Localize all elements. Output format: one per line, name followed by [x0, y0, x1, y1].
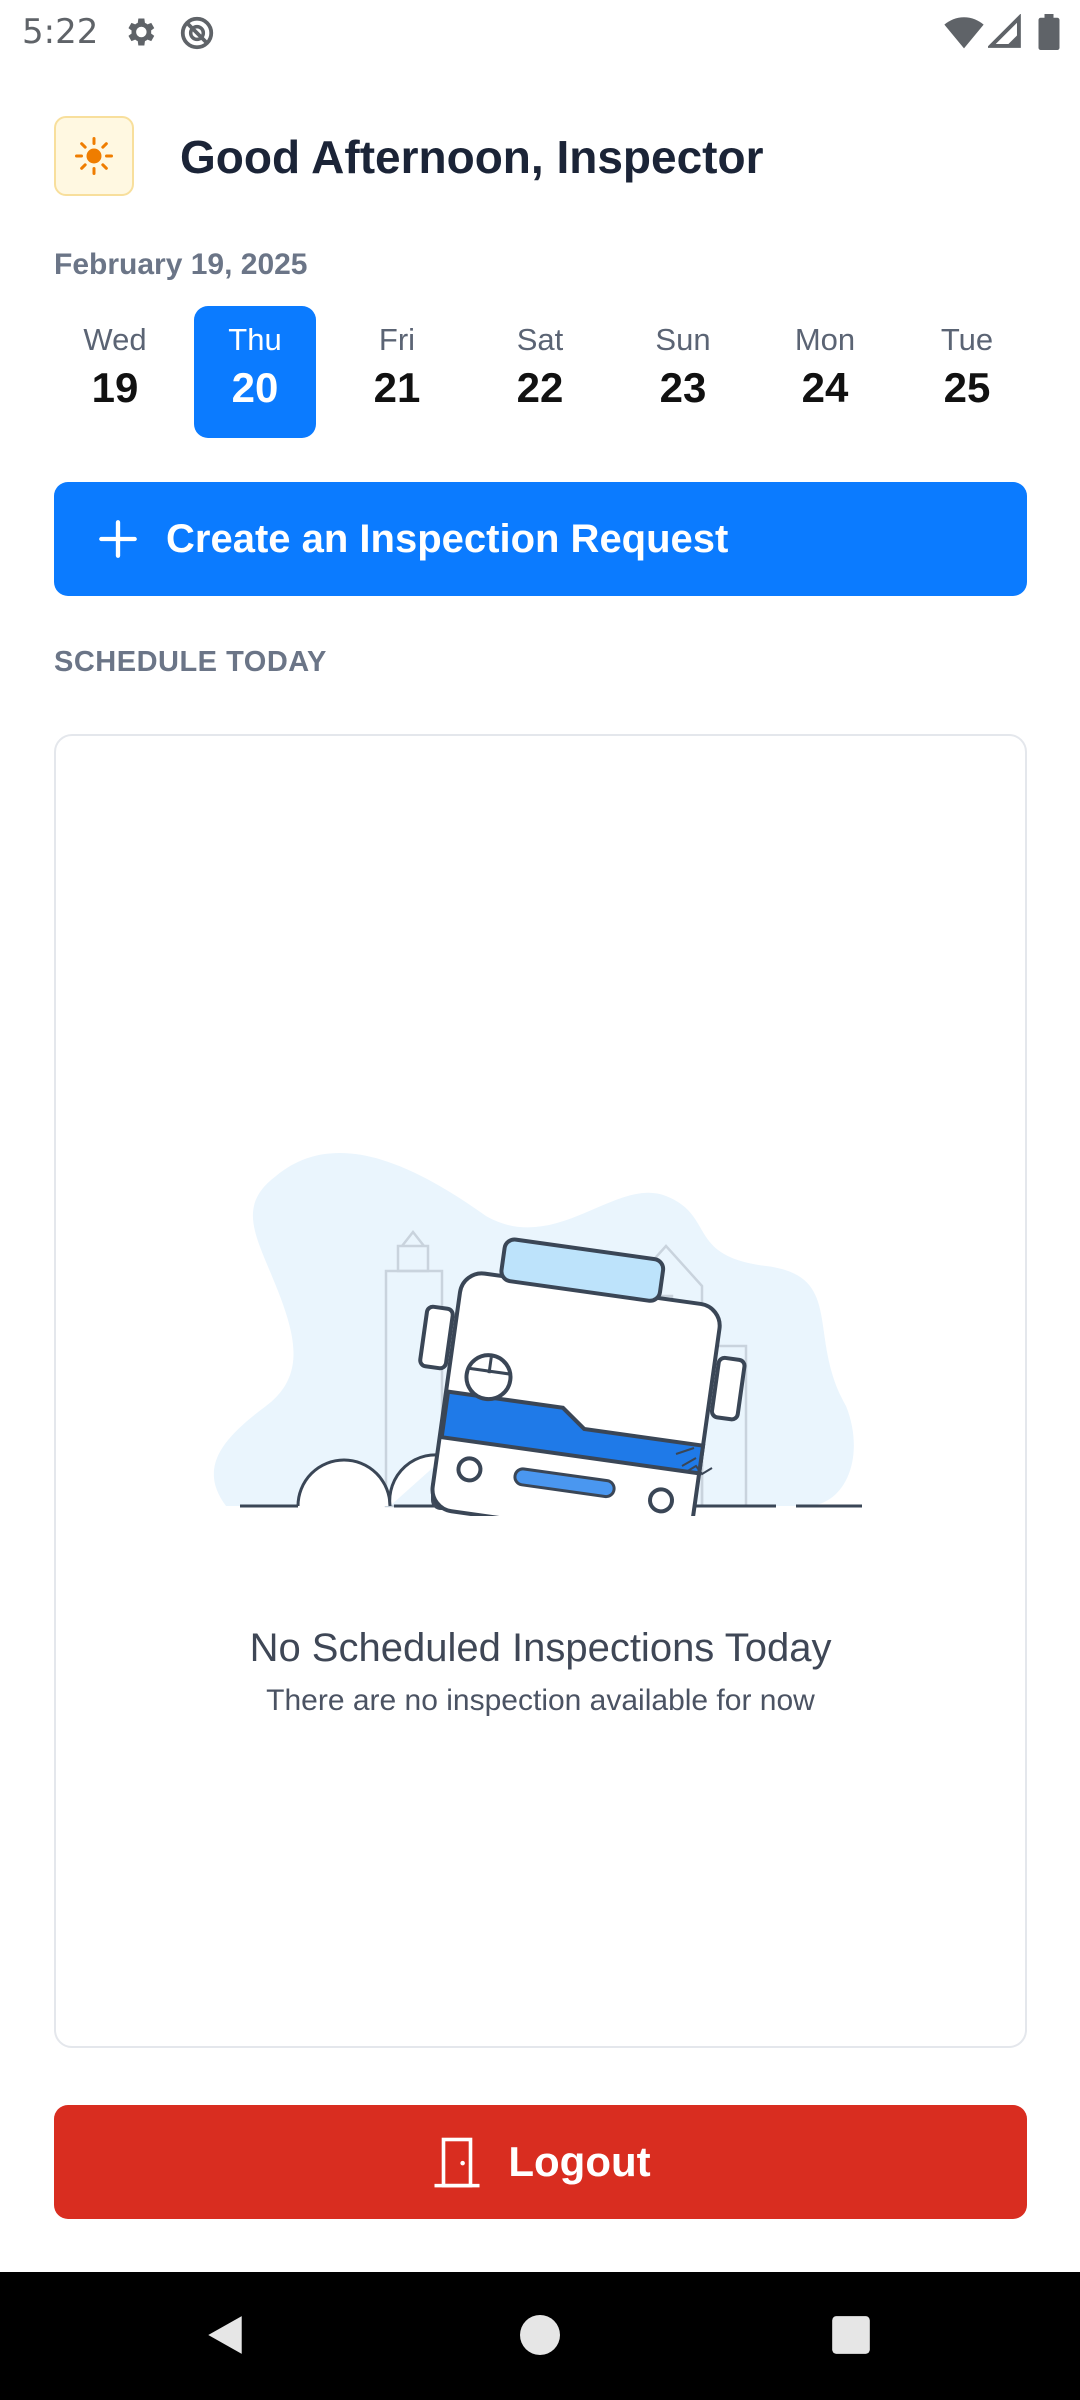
no-sync-icon — [180, 16, 214, 50]
create-inspection-label: Create an Inspection Request — [166, 516, 729, 561]
day-number: 19 — [91, 364, 139, 411]
status-time: 5:22 — [22, 12, 99, 52]
recents-icon[interactable] — [830, 2312, 872, 2358]
day-selector: Wed 19 Thu 20 Fri 21 Sat 22 Sun 23 Mon 2… — [54, 306, 1026, 438]
current-date: February 19, 2025 — [54, 248, 308, 281]
signal-icon — [988, 14, 1021, 48]
day-name: Mon — [794, 322, 856, 357]
section-title: SCHEDULE TODAY — [54, 646, 327, 678]
wifi-icon — [944, 17, 984, 49]
day-fri[interactable]: Fri 21 — [336, 306, 458, 438]
day-tue[interactable]: Tue 25 — [906, 306, 1028, 438]
day-number: 25 — [943, 364, 991, 411]
logout-label: Logout — [508, 2138, 651, 2185]
day-name: Sat — [516, 322, 564, 357]
gear-icon — [128, 18, 155, 46]
status-bar: 5:22 — [0, 0, 1080, 64]
day-wed[interactable]: Wed 19 — [54, 306, 176, 438]
day-name: Tue — [940, 322, 994, 357]
day-thu[interactable]: Thu 20 — [194, 306, 316, 438]
sun-icon — [75, 137, 113, 175]
broken-bus-illustration — [213, 1153, 862, 1516]
plus-icon — [99, 520, 137, 558]
day-name: Fri — [378, 322, 416, 357]
day-name: Thu — [228, 322, 282, 357]
navigation-bar — [0, 2272, 1080, 2400]
day-number: 22 — [516, 364, 564, 411]
back-icon[interactable] — [204, 2312, 246, 2358]
battery-icon — [1038, 14, 1060, 50]
logout-button[interactable]: Logout — [54, 2105, 1027, 2219]
day-sat[interactable]: Sat 22 — [479, 306, 601, 438]
empty-state-title: No Scheduled Inspections Today — [249, 1626, 832, 1670]
day-number: 23 — [659, 364, 707, 411]
create-inspection-button[interactable]: Create an Inspection Request — [54, 482, 1027, 596]
greeting-title: Good Afternoon, Inspector — [180, 131, 764, 183]
door-exit-icon — [434, 2137, 480, 2188]
day-name: Sun — [655, 322, 711, 357]
day-mon[interactable]: Mon 24 — [764, 306, 886, 438]
day-sun[interactable]: Sun 23 — [622, 306, 744, 438]
screen: 5:22 Good Afternoon, Inspector February … — [0, 0, 1080, 2400]
schedule-card: No Scheduled Inspections Today There are… — [54, 734, 1027, 2048]
day-number: 20 — [231, 364, 279, 411]
sun-badge — [54, 116, 134, 196]
day-name: Wed — [83, 322, 147, 357]
day-number: 21 — [373, 364, 421, 411]
home-icon[interactable] — [518, 2312, 562, 2358]
empty-state-subtitle: There are no inspection available for no… — [266, 1684, 815, 1717]
day-number: 24 — [801, 364, 849, 411]
